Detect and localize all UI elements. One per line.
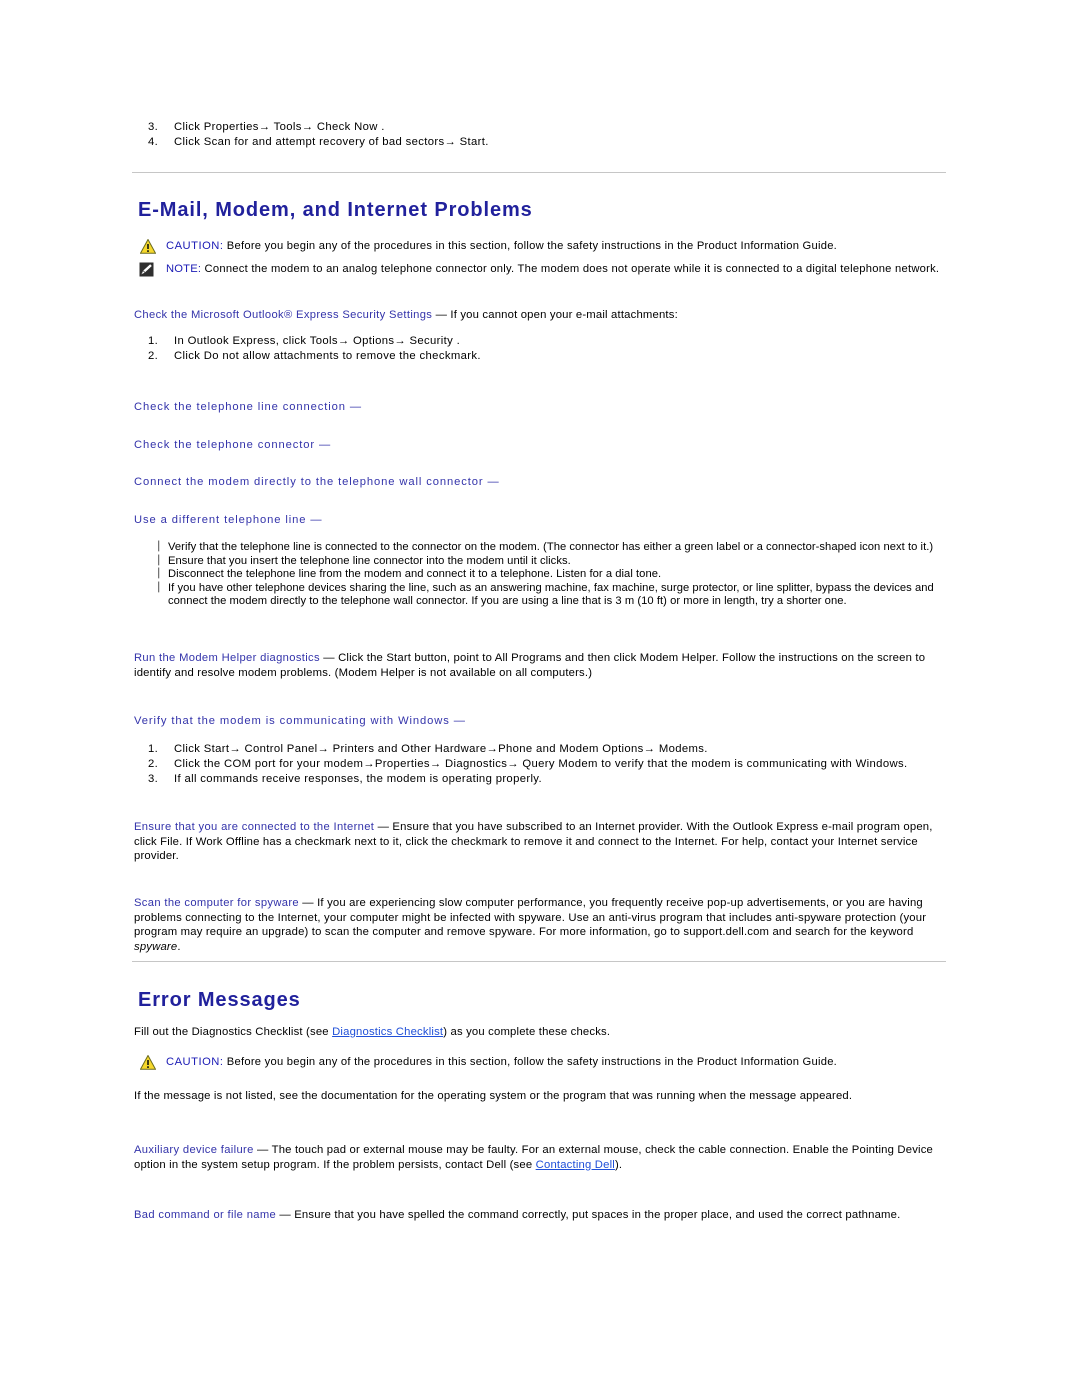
note-pencil-icon [139,262,155,277]
outlook-security-block: Check the Microsoft Outlook® Express Sec… [134,308,946,323]
list-item: 2. Click Do not allow attachments to rem… [132,349,946,364]
contacting-dell-link[interactable]: Contacting Dell [536,1159,615,1171]
bad-command-dash: — [276,1209,295,1221]
list-item-text: Click Properties→ Tools→ Check Now . [174,121,385,133]
spyware-scan-heading: Scan the computer for spyware [134,897,299,909]
list-item: 1. Click Start→ Control Panel→ Printers … [132,742,946,757]
outlook-security-heading: Check the Microsoft Outlook® Express Sec… [134,309,433,321]
page-title-error-messages: Error Messages [138,989,301,1011]
caution-label: CAUTION: [166,1056,224,1068]
note-notice: NOTE: Connect the modem to an analog tel… [136,262,976,277]
use-different-telephone-line-heading: Use a different telephone line — [134,514,323,526]
list-item: 4. Click Scan for and attempt recovery o… [132,135,946,150]
note-label: NOTE: [166,263,202,275]
diagnostics-checklist-intro: Fill out the Diagnostics Checklist (see … [134,1025,946,1040]
check-telephone-line-connection-heading: Check the telephone line connection — [134,401,362,413]
spyware-scan-block: Scan the computer for spyware — If you a… [134,896,946,954]
continued-steps-list: 3. Click Properties→ Tools→ Check Now . … [132,120,946,150]
list-item-number: 2. [148,758,159,770]
message-not-listed-text: If the message is not listed, see the do… [134,1090,853,1102]
diagnostics-checklist-link[interactable]: Diagnostics Checklist [332,1026,443,1038]
note-text: Connect the modem to an analog telephone… [201,263,940,275]
list-item: 1. In Outlook Express, click Tools→ Opti… [132,334,946,349]
list-item-number: 3. [148,773,159,785]
bullet-icon: ∣ [156,553,162,566]
internet-connection-dash: — [374,821,393,833]
verify-modem-windows-heading: Verify that the modem is communicating w… [134,715,466,727]
list-item-text: Disconnect the telephone line from the m… [168,568,662,580]
list-item-number: 3. [148,121,159,133]
outlook-security-lead: If you cannot open your e-mail attachmen… [450,309,678,321]
bullet-icon: ∣ [156,567,162,579]
list-item-number: 4. [148,136,159,148]
caution-text: Before you begin any of the procedures i… [223,1056,838,1068]
list-item-text: Ensure that you insert the telephone lin… [168,554,571,567]
intro-text-before: Fill out the Diagnostics Checklist (see [134,1026,333,1038]
intro-text-after: ) as you complete these checks. [443,1026,611,1038]
caution-text: Before you begin any of the procedures i… [223,240,838,252]
section-divider [132,961,946,962]
list-item: ∣ Ensure that you insert the telephone l… [140,553,946,569]
bullet-icon: ∣ [156,540,162,552]
list-item-number: 1. [148,335,159,347]
list-item: ∣ Disconnect the telephone line from the… [140,567,946,582]
list-item: 3. If all commands receive responses, th… [132,772,946,787]
spyware-keyword: spyware [134,940,178,953]
bullet-icon: ∣ [156,580,162,593]
auxiliary-device-dash: — [253,1144,272,1156]
caution-label: CAUTION: [166,240,224,252]
connect-modem-directly-heading: Connect the modem directly to the teleph… [134,476,500,488]
list-item: ∣ If you have other telephone devices sh… [140,580,946,609]
document-page: 3. Click Properties→ Tools→ Check Now . … [0,0,1080,1397]
auxiliary-device-failure-heading: Auxiliary device failure [134,1144,254,1156]
spyware-scan-dash: — [298,897,318,909]
outlook-security-steps: 1. In Outlook Express, click Tools→ Opti… [132,334,946,364]
list-item-text: Click Do not allow attachments to remove… [174,350,481,362]
auxiliary-device-text-end: ). [614,1158,623,1171]
check-telephone-connector-heading: Check the telephone connector — [134,439,332,451]
modem-helper-block: Run the Modem Helper diagnostics — Click… [134,651,946,680]
list-item: 3. Click Properties→ Tools→ Check Now . [132,120,946,135]
list-item-text: If all commands receive responses, the m… [174,773,542,785]
bad-command-heading: Bad command or file name [134,1209,277,1221]
caution-notice: CAUTION: Before you begin any of the pro… [136,238,976,254]
verify-modem-steps: 1. Click Start→ Control Panel→ Printers … [132,742,946,787]
bad-command-text: Ensure that you have spelled the command… [294,1209,901,1221]
modem-helper-heading: Run the Modem Helper diagnostics [134,652,320,664]
outlook-security-dash: — [432,309,451,321]
list-item-text: Verify that the telephone line is connec… [168,541,934,553]
internet-connection-heading: Ensure that you are connected to the Int… [134,821,375,833]
list-item-number: 1. [148,743,159,755]
telephone-line-bullet-list: ∣ Verify that the telephone line is conn… [140,540,946,609]
list-item-text: If you have other telephone devices shar… [168,581,934,608]
warning-triangle-icon [139,1054,157,1070]
page-title-email-modem-internet: E-Mail, Modem, and Internet Problems [138,199,533,221]
modem-helper-dash: — [319,652,339,664]
bad-command-block: Bad command or file name — Ensure that y… [134,1208,946,1223]
list-item: ∣ Verify that the telephone line is conn… [140,540,946,555]
list-item-text: In Outlook Express, click Tools→ Options… [174,335,461,347]
spyware-scan-text-end: . [177,940,181,953]
warning-triangle-icon [139,238,157,254]
list-item-text: Click the COM port for your modem→Proper… [174,758,908,770]
auxiliary-device-failure-block: Auxiliary device failure — The touch pad… [134,1143,946,1172]
internet-connection-block: Ensure that you are connected to the Int… [134,820,946,864]
list-item-text: Click Start→ Control Panel→ Printers and… [174,743,708,755]
list-item: 2. Click the COM port for your modem→Pro… [132,757,946,772]
list-item-number: 2. [148,350,159,362]
caution-notice: CAUTION: Before you begin any of the pro… [136,1054,976,1070]
section-divider [132,172,946,173]
list-item-text: Click Scan for and attempt recovery of b… [174,136,489,148]
